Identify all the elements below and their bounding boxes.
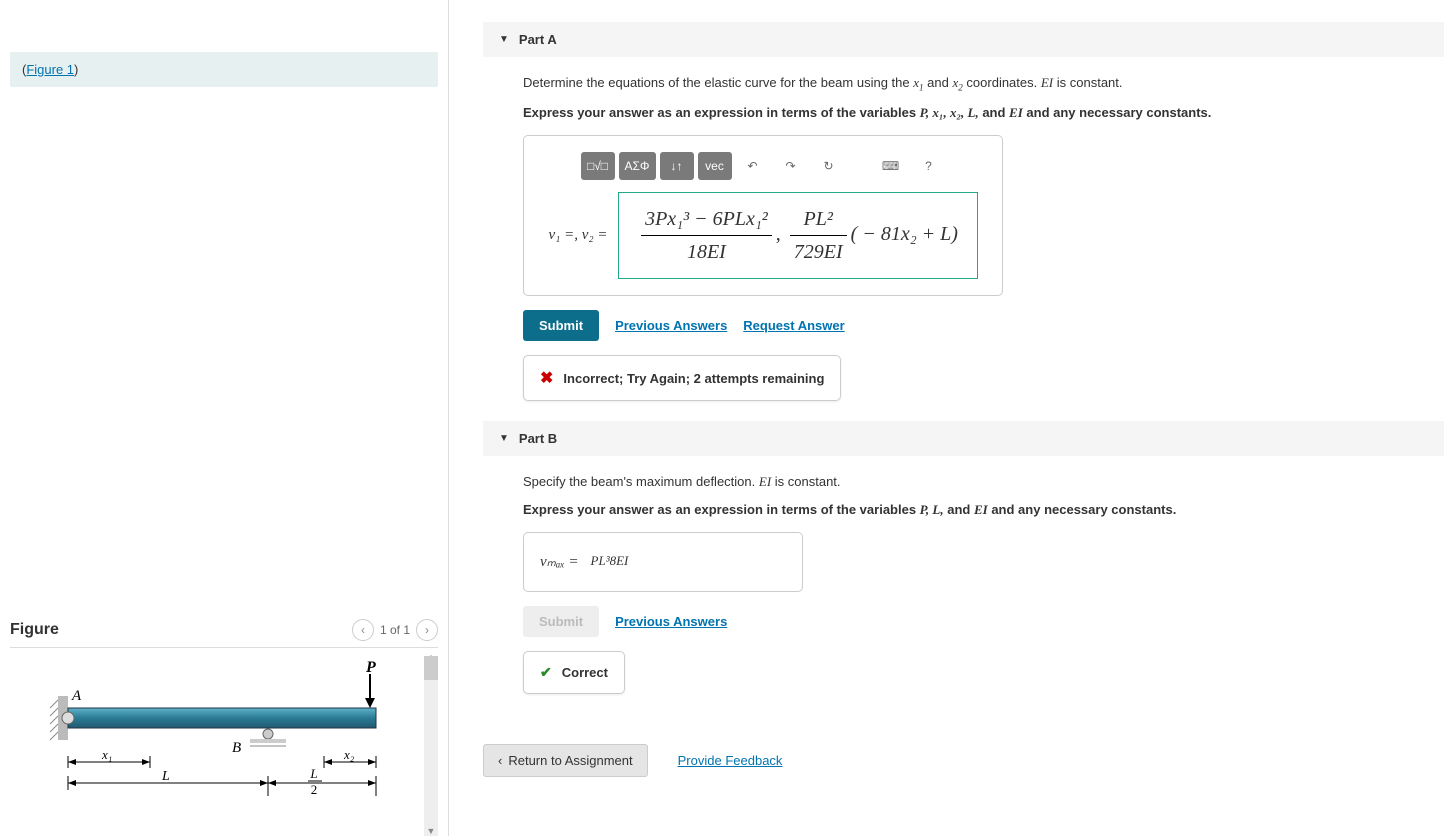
- figure-title: Figure: [10, 621, 59, 639]
- part-a-title: Part A: [519, 32, 557, 47]
- incorrect-icon: ✖: [540, 368, 553, 388]
- part-b-title: Part B: [519, 431, 557, 446]
- part-b-answer-value: PL³8EI: [591, 553, 629, 570]
- provide-feedback-link[interactable]: Provide Feedback: [678, 753, 783, 768]
- figure-pager: ‹ 1 of 1 ›: [352, 619, 438, 641]
- scroll-thumb[interactable]: [424, 656, 438, 680]
- part-b-body: Specify the beam's maximum deflection. E…: [483, 472, 1423, 714]
- part-b-instruction: Express your answer as an expression in …: [523, 502, 1423, 518]
- vector-button[interactable]: vec: [698, 152, 732, 180]
- part-b-answer-box: vₘₐₓ = PL³8EI: [523, 532, 803, 592]
- help-button[interactable]: ?: [912, 152, 946, 180]
- part-a-request-answer-link[interactable]: Request Answer: [743, 318, 844, 333]
- undo-button[interactable]: ↶: [736, 152, 770, 180]
- label-x1: x₁: [101, 747, 112, 762]
- label-x2: x₂: [343, 747, 355, 762]
- chevron-left-icon: ‹: [498, 753, 502, 768]
- label-L: L: [161, 769, 170, 784]
- part-b-feedback-text: Correct: [562, 665, 608, 680]
- figure-1-link[interactable]: Figure 1: [26, 62, 74, 77]
- part-b-submit-button: Submit: [523, 606, 599, 637]
- right-column: ▼ Part A Determine the equations of the …: [449, 0, 1444, 836]
- part-a-feedback: ✖ Incorrect; Try Again; 2 attempts remai…: [523, 355, 841, 401]
- figure-link-box: (Figure 1): [10, 52, 438, 87]
- label-Lhalf-num: L: [309, 766, 317, 781]
- scroll-down-icon[interactable]: ▼: [424, 826, 438, 840]
- label-A: A: [71, 688, 82, 704]
- part-b-feedback: ✔ Correct: [523, 651, 625, 694]
- part-a-submit-button[interactable]: Submit: [523, 310, 599, 341]
- part-a-prompt: Determine the equations of the elastic c…: [523, 73, 1423, 95]
- figure-next-button[interactable]: ›: [416, 619, 438, 641]
- left-column: (Figure 1) Figure ‹ 1 of 1 › ▲ ▼: [0, 0, 448, 836]
- part-a-feedback-text: Incorrect; Try Again; 2 attempts remaini…: [563, 371, 824, 386]
- collapse-icon: ▼: [499, 433, 509, 444]
- correct-icon: ✔: [540, 664, 552, 681]
- figure-prev-button[interactable]: ‹: [352, 619, 374, 641]
- part-b-lhs: vₘₐₓ =: [540, 552, 579, 571]
- subsup-button[interactable]: ↓↑: [660, 152, 694, 180]
- figure-pager-text: 1 of 1: [380, 623, 410, 637]
- part-a-lhs: v₁ =, v₂ =: [549, 227, 608, 244]
- redo-button[interactable]: ↷: [774, 152, 808, 180]
- templates-button[interactable]: □√□: [581, 152, 615, 180]
- part-a-instruction: Express your answer as an expression in …: [523, 105, 1423, 121]
- beam-diagram: P A B x₁: [10, 656, 410, 826]
- greek-letters-button[interactable]: ΑΣΦ: [619, 152, 656, 180]
- footer-row: ‹ Return to Assignment Provide Feedback: [483, 744, 1444, 777]
- label-B: B: [232, 740, 241, 756]
- part-a-answer-box: □√□ ΑΣΦ ↓↑ vec ↶ ↷ ↻ ⌨ ? v₁ =, v₂ = 3Px₁…: [523, 135, 1003, 296]
- part-b-header[interactable]: ▼ Part B: [483, 421, 1444, 456]
- figure-panel: Figure ‹ 1 of 1 › ▲ ▼: [10, 619, 438, 836]
- figure-body: ▲ ▼: [10, 656, 438, 836]
- reset-button[interactable]: ↻: [812, 152, 846, 180]
- label-Lhalf-den: 2: [311, 782, 318, 797]
- collapse-icon: ▼: [499, 34, 509, 45]
- part-a-answer-input[interactable]: 3Px₁³ − 6PLx₁²18EI, PL²729EI( − 81x₂ + L…: [618, 192, 978, 279]
- equation-toolbar: □√□ ΑΣΦ ↓↑ vec ↶ ↷ ↻ ⌨ ?: [540, 152, 986, 180]
- part-b-previous-answers-link[interactable]: Previous Answers: [615, 614, 727, 629]
- part-b-prompt: Specify the beam's maximum deflection. E…: [523, 472, 1423, 492]
- part-a-previous-answers-link[interactable]: Previous Answers: [615, 318, 727, 333]
- return-to-assignment-button[interactable]: ‹ Return to Assignment: [483, 744, 648, 777]
- part-a-body: Determine the equations of the elastic c…: [483, 73, 1423, 421]
- part-b-submit-row: Submit Previous Answers: [523, 606, 1423, 637]
- keyboard-button[interactable]: ⌨: [874, 152, 908, 180]
- label-P: P: [365, 659, 376, 676]
- part-a-header[interactable]: ▼ Part A: [483, 22, 1444, 57]
- part-a-submit-row: Submit Previous Answers Request Answer: [523, 310, 1423, 341]
